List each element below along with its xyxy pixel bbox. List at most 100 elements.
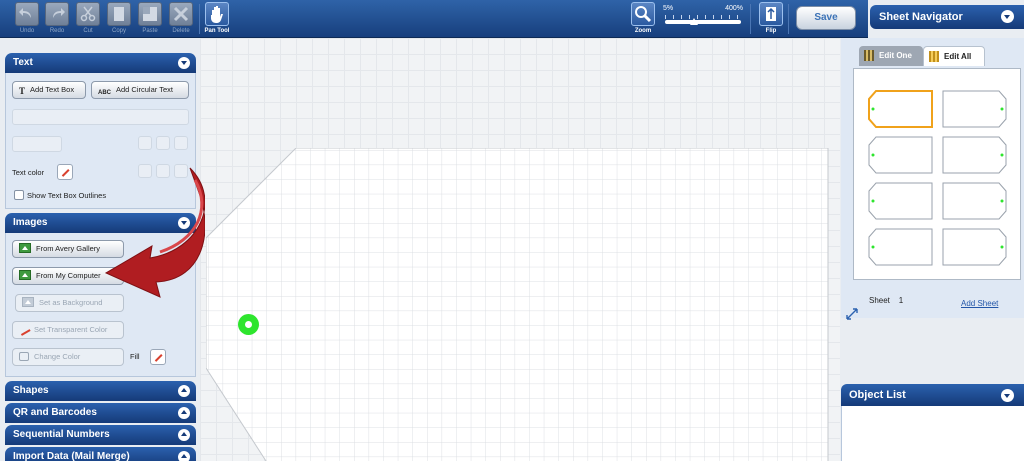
collapsed-section-header[interactable]: Import Data (Mail Merge) — [5, 447, 196, 461]
zoom-track — [665, 20, 741, 24]
green-marker-dot — [238, 314, 259, 335]
expand-chevron-icon[interactable] — [178, 385, 190, 397]
object-list-body — [841, 406, 1024, 461]
label-thumbnail[interactable] — [868, 228, 933, 266]
set-transparent-label: Set Transparent Color — [34, 325, 108, 334]
copy-button[interactable]: Copy — [106, 2, 132, 34]
sheet-navigator-header[interactable]: Sheet Navigator — [870, 5, 1024, 29]
redo-label: Redo — [49, 28, 65, 34]
toolbar-divider — [199, 4, 200, 34]
label-thumbnail[interactable] — [942, 90, 1007, 128]
zoom-ticks — [665, 15, 741, 19]
text-color-swatch[interactable] — [57, 164, 73, 180]
cut-button[interactable]: Cut — [75, 2, 101, 34]
fill-color-swatch[interactable] — [150, 349, 166, 365]
font-family-select[interactable] — [12, 109, 189, 125]
expand-chevron-icon[interactable] — [178, 451, 190, 461]
flip-button[interactable]: Flip — [758, 2, 784, 34]
collapse-chevron-icon[interactable] — [178, 57, 190, 69]
zoom-button[interactable]: Zoom — [630, 2, 656, 34]
label-thumbnail[interactable] — [942, 136, 1007, 174]
add-circular-text-label: Add Circular Text — [116, 85, 173, 94]
change-color-button[interactable]: Change Color — [12, 348, 124, 366]
zoom-slider[interactable]: 5% 400% — [663, 5, 743, 31]
redo-button[interactable]: Redo — [44, 2, 70, 34]
align-center-button[interactable] — [156, 136, 170, 150]
image-icon — [19, 243, 31, 253]
tab-edit-one[interactable]: Edit One — [859, 46, 923, 66]
flip-icon — [759, 2, 783, 26]
label-thumbnail[interactable] — [942, 182, 1007, 220]
zoom-label: Zoom — [634, 28, 652, 34]
tab-edit-one-label: Edit One — [879, 51, 912, 60]
label-thumbnails[interactable] — [854, 69, 1022, 281]
thumbnail-hole-dot — [1000, 245, 1004, 249]
collapsed-section-header[interactable]: Sequential Numbers — [5, 425, 196, 445]
thumbnail-hole-dot — [871, 153, 875, 157]
align-right-button[interactable] — [174, 136, 188, 150]
undo-label: Undo — [19, 28, 35, 34]
main-toolbar: Undo Redo Cut Copy Paste Delete Pan Tool… — [0, 0, 868, 38]
pan-tool-button[interactable]: Pan Tool — [204, 2, 230, 34]
images-section-title: Images — [13, 217, 48, 228]
object-list-header[interactable]: Object List — [841, 384, 1024, 406]
text-color-label: Text color — [12, 168, 45, 177]
add-text-box-button[interactable]: T Add Text Box — [12, 81, 86, 99]
from-computer-label: From My Computer — [36, 271, 101, 280]
thumbnail-hole-dot — [1000, 153, 1004, 157]
paint-bucket-icon — [19, 352, 29, 361]
toolbar-divider — [750, 4, 751, 34]
red-curved-arrow-icon — [104, 167, 205, 298]
image-icon — [22, 297, 34, 307]
collapsed-section-header[interactable]: QR and Barcodes — [5, 403, 196, 423]
pan-tool-label: Pan Tool — [204, 28, 230, 34]
collapse-chevron-icon[interactable] — [1001, 389, 1014, 402]
show-outlines-label: Show Text Box Outlines — [27, 191, 107, 200]
save-button[interactable]: Save — [796, 6, 856, 30]
label-thumbnail[interactable] — [868, 182, 933, 220]
add-sheet-link[interactable]: Add Sheet — [961, 299, 998, 308]
collapsed-sections: Shapes QR and Barcodes Sequential Numbers I… — [5, 381, 196, 461]
thumbnail-hole-dot — [1000, 199, 1004, 203]
expand-chevron-icon[interactable] — [178, 407, 190, 419]
sheet-label: Sheet — [869, 296, 890, 305]
tag-label-outline[interactable] — [206, 148, 836, 461]
collapse-chevron-icon[interactable] — [1001, 10, 1014, 23]
collapsed-section-header[interactable]: Shapes — [5, 381, 196, 401]
circular-text-icon: ABC — [98, 90, 111, 96]
undo-icon — [15, 2, 39, 26]
show-outlines-checkbox[interactable] — [14, 190, 24, 200]
text-t-icon: T — [19, 86, 26, 96]
add-text-box-label: Add Text Box — [30, 85, 75, 94]
align-left-button[interactable] — [138, 136, 152, 150]
delete-button[interactable]: Delete — [168, 2, 194, 34]
paste-label: Paste — [142, 28, 158, 34]
flip-label: Flip — [765, 28, 777, 34]
from-gallery-label: From Avery Gallery — [36, 244, 101, 253]
delete-label: Delete — [172, 28, 190, 34]
thumbnail-hole-dot — [871, 107, 875, 111]
resize-diagonal-icon[interactable] — [846, 308, 858, 320]
paste-icon — [138, 2, 162, 26]
label-thumbnail[interactable] — [868, 90, 933, 128]
redo-icon — [45, 2, 69, 26]
text-section-header[interactable]: Text — [5, 53, 196, 73]
grid-icon — [929, 51, 939, 62]
sheet-thumbnail-grid — [853, 68, 1021, 280]
text-section-title: Text — [13, 57, 33, 68]
font-size-select[interactable] — [12, 136, 62, 152]
scissors-icon — [76, 2, 100, 26]
add-circular-text-button[interactable]: ABC Add Circular Text — [91, 81, 189, 99]
zoom-max-label: 400% — [725, 5, 743, 12]
label-thumbnail[interactable] — [868, 136, 933, 174]
undo-button[interactable]: Undo — [14, 2, 40, 34]
zoom-thumb[interactable] — [690, 18, 699, 25]
label-thumbnail[interactable] — [942, 228, 1007, 266]
paste-button[interactable]: Paste — [137, 2, 163, 34]
image-icon — [19, 270, 31, 280]
tab-edit-all[interactable]: Edit All — [923, 46, 985, 66]
cut-label: Cut — [83, 28, 93, 34]
delete-x-icon — [169, 2, 193, 26]
tab-edit-all-label: Edit All — [944, 52, 972, 61]
expand-chevron-icon[interactable] — [178, 429, 190, 441]
